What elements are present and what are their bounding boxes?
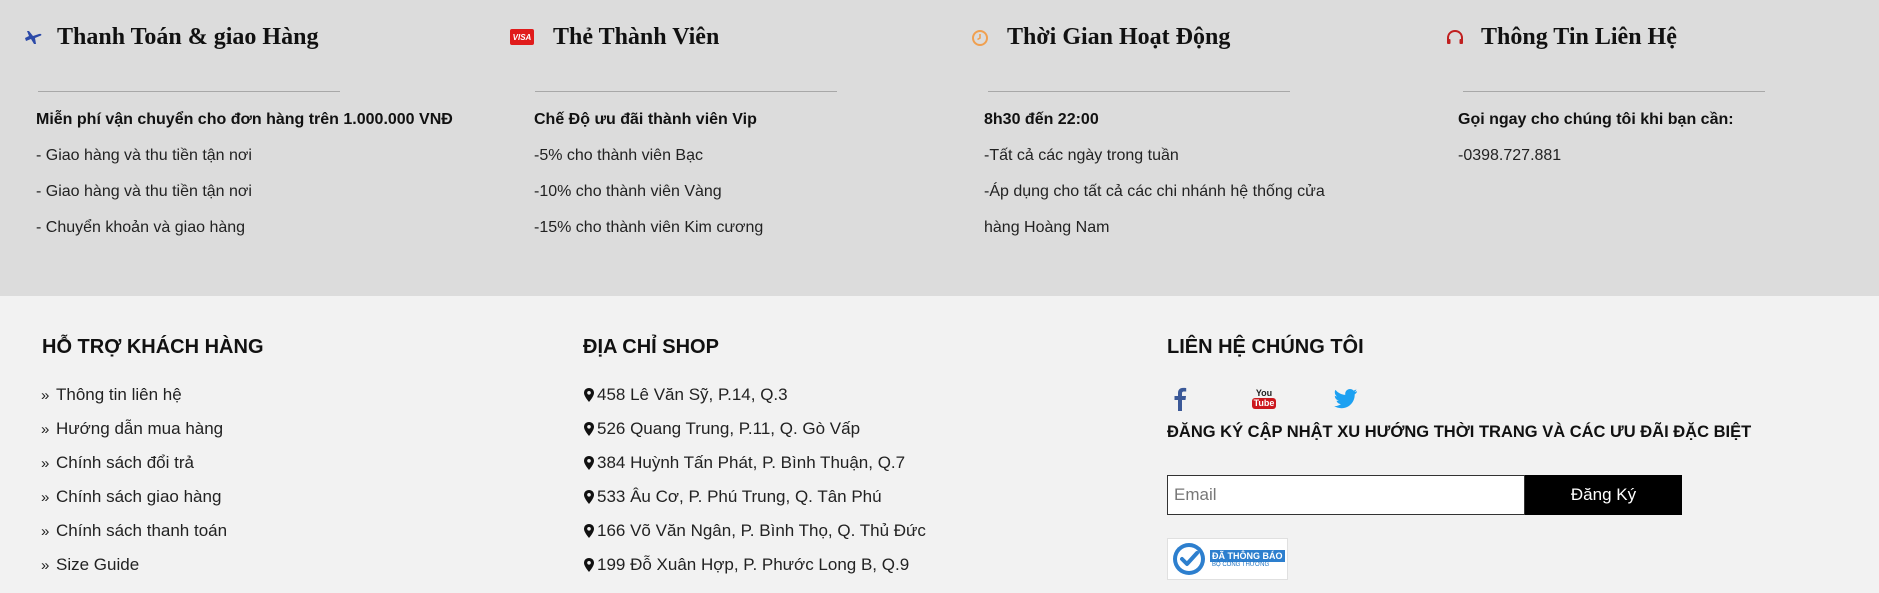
footer-link[interactable]: » Chính sách đổi trả <box>41 453 194 473</box>
divider <box>988 91 1290 92</box>
column-line: Chế Độ ưu đãi thành viên Vip <box>534 111 757 128</box>
shop-address: 384 Huỳnh Tấn Phát, P. Bình Thuận, Q.7 <box>583 453 905 473</box>
footer: HỖ TRỢ KHÁCH HÀNG » Thông tin liên hệ » Hư… <box>0 296 1879 593</box>
youtube-icon[interactable]: You Tube <box>1249 386 1279 412</box>
contact-heading: LIÊN HỆ CHÚNG TÔI <box>1167 336 1364 358</box>
footer-link[interactable]: » Size Guide <box>41 555 139 575</box>
badge-line2: BỘ CÔNG THƯƠNG <box>1212 562 1270 568</box>
double-chevron-right-icon: » <box>41 420 50 438</box>
shop-address: 526 Quang Trung, P.11, Q. Gò Vấp <box>583 419 860 439</box>
map-pin-icon <box>584 388 594 402</box>
service-info-strip: Thanh Toán & giao Hàng Miễn phí vận chuy… <box>0 0 1879 296</box>
divider <box>535 91 837 92</box>
email-input[interactable] <box>1167 475 1525 515</box>
column-title: Thời Gian Hoạt Động <box>1007 24 1231 50</box>
ministry-registration-badge[interactable]: ĐÃ THÔNG BÁO BỘ CÔNG THƯƠNG <box>1167 538 1288 580</box>
double-chevron-right-icon: » <box>41 556 50 574</box>
footer-link[interactable]: » Chính sách thanh toán <box>41 521 227 541</box>
double-chevron-right-icon: » <box>41 488 50 506</box>
footer-link[interactable]: » Chính sách giao hàng <box>41 487 221 507</box>
footer-link[interactable]: » Thông tin liên hệ <box>41 385 182 405</box>
newsletter-text: ĐĂNG KÝ CẬP NHẬT XU HƯỚNG THỜI TRANG VÀ … <box>1167 423 1752 441</box>
footer-link[interactable]: » Hướng dẫn mua hàng <box>41 419 223 439</box>
clock-icon <box>968 28 992 48</box>
column-title: Thẻ Thành Viên <box>553 24 720 50</box>
map-pin-icon <box>584 422 594 436</box>
column-line: 8h30 đến 22:00 <box>984 111 1099 128</box>
column-title: Thông Tin Liên Hệ <box>1481 24 1677 50</box>
contact-info-column: Thông Tin Liên Hệ Gọi ngay cho chúng tôi… <box>0 0 1765 296</box>
column-line: -15% cho thành viên Kim cương <box>534 219 764 236</box>
column-line: hàng Hoàng Nam <box>984 219 1110 236</box>
register-button[interactable]: Đăng Ký <box>1525 475 1682 515</box>
double-chevron-right-icon: » <box>41 454 50 472</box>
shop-address-heading: ĐỊA CHỈ SHOP <box>583 336 719 358</box>
headphones-icon <box>1443 28 1467 48</box>
column-line: Gọi ngay cho chúng tôi khi bạn cần: <box>1458 111 1734 128</box>
facebook-icon[interactable] <box>1167 386 1193 412</box>
column-line: -Tất cả các ngày trong tuần <box>984 147 1179 164</box>
column-line: -Áp dụng cho tất cả các chi nhánh hệ thố… <box>984 183 1325 200</box>
map-pin-icon <box>584 456 594 470</box>
support-heading: HỖ TRỢ KHÁCH HÀNG <box>42 336 264 358</box>
shop-address: 199 Đỗ Xuân Hợp, P. Phước Long B, Q.9 <box>583 555 909 575</box>
shop-address: 533 Âu Cơ, P. Phú Trung, Q. Tân Phú <box>583 487 882 507</box>
visa-card-icon: VISA <box>510 29 534 45</box>
double-chevron-right-icon: » <box>41 386 50 404</box>
map-pin-icon <box>584 490 594 504</box>
twitter-icon[interactable] <box>1333 386 1359 412</box>
double-chevron-right-icon: » <box>41 522 50 540</box>
badge-line1: ĐÃ THÔNG BÁO <box>1210 550 1285 562</box>
column-line: -0398.727.881 <box>1458 147 1562 164</box>
column-line: -10% cho thành viên Vàng <box>534 183 722 200</box>
check-seal-icon <box>1173 543 1205 575</box>
shop-address: 458 Lê Văn Sỹ, P.14, Q.3 <box>583 385 788 405</box>
divider <box>1463 91 1765 92</box>
shop-address: 166 Võ Văn Ngân, P. Bình Thọ, Q. Thủ Đức <box>583 521 926 541</box>
map-pin-icon <box>584 558 594 572</box>
column-line: -5% cho thành viên Bạc <box>534 147 703 164</box>
map-pin-icon <box>584 524 594 538</box>
